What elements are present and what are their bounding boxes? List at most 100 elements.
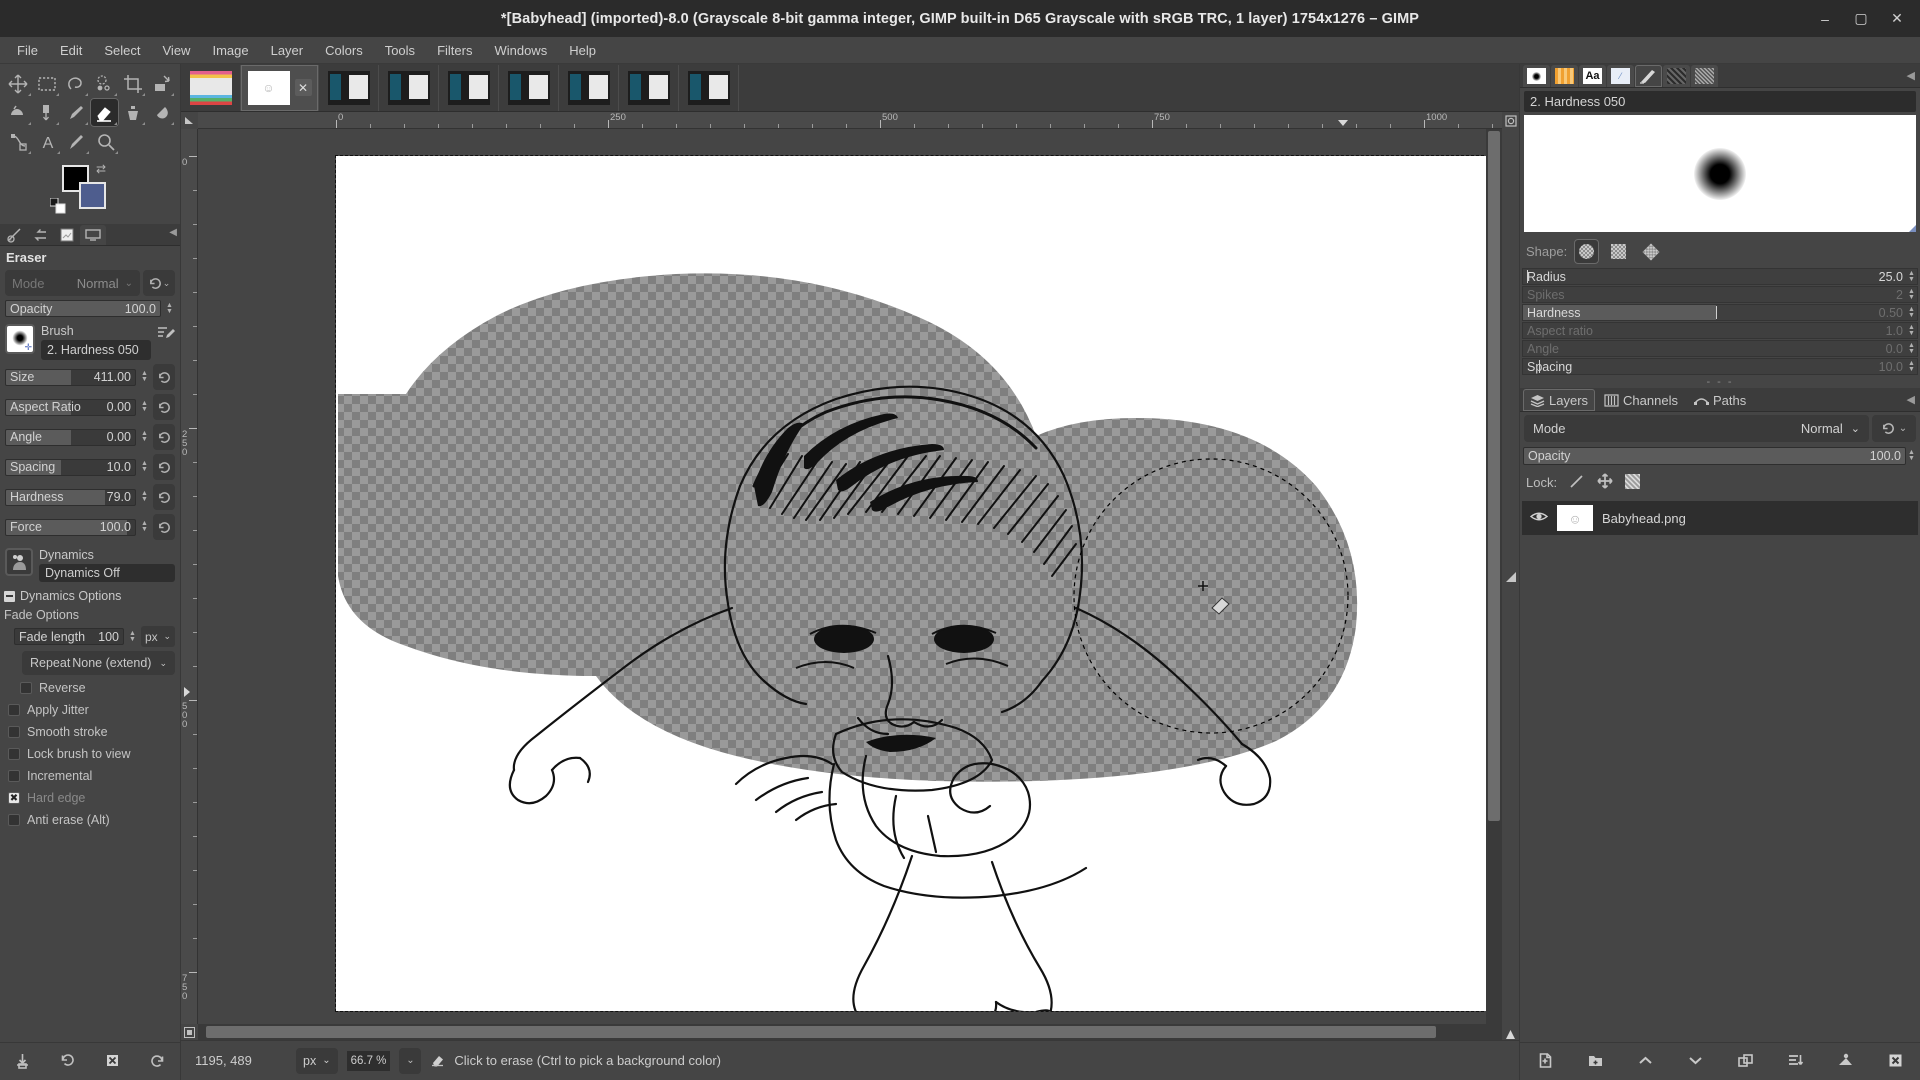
brush-spacing-spinner[interactable]: ▲ ▼ xyxy=(1906,360,1917,373)
menu-select[interactable]: Select xyxy=(93,40,151,61)
layer-opacity-spinner[interactable]: ▲ ▼ xyxy=(1906,449,1917,462)
background-color-swatch[interactable] xyxy=(79,182,106,209)
zoom-field[interactable]: 66.7 % xyxy=(346,1050,391,1071)
image-tab-5[interactable] xyxy=(499,64,559,111)
duplicate-layer-icon[interactable] xyxy=(1737,1052,1754,1072)
tool-options-icon[interactable]: i xyxy=(2,225,28,245)
anchor-layer-icon[interactable] xyxy=(1837,1052,1854,1072)
brush-hardness-slider[interactable]: Hardness 0.50 ▲ ▼ xyxy=(1522,304,1918,321)
document-history-tab[interactable]: ⁄ xyxy=(1607,65,1634,87)
quick-mask-icon[interactable] xyxy=(181,1024,198,1041)
shape-square-button[interactable] xyxy=(1606,239,1631,264)
fade-length-unit-combo[interactable]: px ⌄ xyxy=(141,626,175,647)
checkbox-incremental[interactable]: Incremental xyxy=(8,769,175,783)
aspect-ratio-slider[interactable]: Aspect Ratio 0.00 xyxy=(5,398,136,416)
checkbox-lock-brush-to-view[interactable]: Lock brush to view xyxy=(8,747,175,761)
checkbox-reverse[interactable]: Reverse xyxy=(20,681,175,695)
restore-tool-preset-icon[interactable] xyxy=(59,1052,76,1072)
tab-paths[interactable]: Paths xyxy=(1687,389,1753,411)
images-icon[interactable] xyxy=(54,225,80,245)
tab-layers[interactable]: Layers xyxy=(1523,389,1596,411)
crop-tool[interactable] xyxy=(119,69,148,98)
transform-tool[interactable] xyxy=(147,69,176,98)
fuzzy-select-tool[interactable] xyxy=(90,69,119,98)
force-slider[interactable]: Force 100.0 xyxy=(5,518,136,536)
menu-layer[interactable]: Layer xyxy=(260,40,315,61)
repeat-combo[interactable]: Repeat None (extend) ⌄ xyxy=(22,651,175,675)
collapse-layers-dock-icon[interactable]: ◀ xyxy=(1907,393,1915,406)
color-picker-tool[interactable] xyxy=(62,127,91,156)
menu-view[interactable]: View xyxy=(152,40,202,61)
raise-layer-icon[interactable] xyxy=(1637,1052,1654,1072)
layer-opacity-slider[interactable]: Opacity 100.0 xyxy=(1523,447,1906,465)
layer-mode-combo[interactable]: Mode Normal ⌄ xyxy=(1524,415,1869,442)
reset-mode-button[interactable]: ⌄ xyxy=(143,270,175,296)
lock-position-icon[interactable] xyxy=(1597,473,1613,492)
collapse-right-dock-icon[interactable]: ◀ xyxy=(1907,69,1915,82)
brush-radius-slider[interactable]: Radius 25.0 ▲ ▼ xyxy=(1522,268,1918,285)
fade-length-slider[interactable]: Fade length 100 xyxy=(14,628,124,645)
angle-slider[interactable]: Angle 0.00 xyxy=(5,428,136,446)
image-tab-4[interactable] xyxy=(439,64,499,111)
dynamics-options-expander[interactable]: Dynamics Options xyxy=(4,589,175,603)
new-layer-icon[interactable] xyxy=(1537,1052,1554,1072)
preview-resize-grip[interactable] xyxy=(1909,225,1916,232)
brush-radius-spinner[interactable]: ▲ ▼ xyxy=(1906,270,1917,283)
delete-tool-preset-icon[interactable] xyxy=(104,1052,121,1072)
checkbox-apply-jitter[interactable]: Apply Jitter xyxy=(8,703,175,717)
save-tool-preset-icon[interactable] xyxy=(14,1052,31,1072)
paths-tool[interactable] xyxy=(4,127,33,156)
reset-size-button[interactable] xyxy=(153,364,175,390)
clone-tool[interactable] xyxy=(119,98,148,127)
hardness-slider[interactable]: Hardness 79.0 xyxy=(5,488,136,506)
menu-filters[interactable]: Filters xyxy=(426,40,483,61)
shape-circle-button[interactable] xyxy=(1574,239,1600,264)
templates-icon[interactable] xyxy=(80,225,106,245)
resize-grip[interactable] xyxy=(1502,1024,1519,1040)
fade-length-spinner[interactable]: ▲ ▼ xyxy=(127,630,138,643)
scrollbar-thumb[interactable] xyxy=(206,1026,1436,1038)
merge-down-icon[interactable] xyxy=(1787,1052,1804,1072)
brush-preview[interactable]: ✛ xyxy=(5,324,35,354)
image-tab-2[interactable] xyxy=(319,64,379,111)
reset-hardness-button[interactable] xyxy=(153,484,175,510)
reset-angle-button[interactable] xyxy=(153,424,175,450)
shape-diamond-button[interactable] xyxy=(1638,239,1663,264)
smudge-tool[interactable] xyxy=(147,98,176,127)
menu-image[interactable]: Image xyxy=(201,40,259,61)
checkbox-hard-edge[interactable]: ✖ Hard edge xyxy=(8,791,175,805)
dynamics-preview[interactable] xyxy=(5,548,33,576)
menu-windows[interactable]: Windows xyxy=(483,40,558,61)
vertical-ruler[interactable]: 0 250 500 750 xyxy=(181,129,198,1024)
dynamics-name[interactable]: Dynamics Off xyxy=(39,564,175,582)
brush-spikes-slider[interactable]: Spikes 2 ▲ ▼ xyxy=(1522,286,1918,303)
reset-layer-mode-button[interactable]: ⌄ xyxy=(1872,415,1916,442)
move-tool[interactable] xyxy=(4,69,33,98)
zoom-combo-button[interactable]: ⌄ xyxy=(399,1047,422,1074)
minimize-button[interactable]: – xyxy=(1814,8,1836,30)
lower-layer-icon[interactable] xyxy=(1687,1052,1704,1072)
brush-hardness-spinner[interactable]: ▲ ▼ xyxy=(1906,306,1917,319)
palettes-tab[interactable] xyxy=(1691,65,1718,87)
layer-item[interactable]: ☺ Babyhead.png xyxy=(1522,501,1918,535)
default-colors-icon[interactable] xyxy=(49,197,66,217)
collapse-tool-options-icon[interactable]: ◀ xyxy=(169,227,177,238)
close-image-tab-button[interactable]: ✕ xyxy=(294,79,312,96)
ruler-corner-menu[interactable] xyxy=(181,112,198,129)
reset-force-button[interactable] xyxy=(153,514,175,540)
checkbox-smooth-stroke[interactable]: Smooth stroke xyxy=(8,725,175,739)
force-spinner[interactable]: ▲ ▼ xyxy=(139,520,150,533)
size-slider[interactable]: Size 411.00 xyxy=(5,368,136,386)
spacing-spinner[interactable]: ▲ ▼ xyxy=(139,460,150,473)
tab-channels[interactable]: Channels xyxy=(1597,389,1685,411)
gradient-tool[interactable] xyxy=(33,98,62,127)
opacity-slider[interactable]: Opacity 100.0 xyxy=(5,300,161,317)
reset-aspect-ratio-button[interactable] xyxy=(153,394,175,420)
canvas[interactable] xyxy=(198,129,1486,1024)
swap-colors-icon[interactable]: ⇄ xyxy=(96,162,106,176)
brush-spikes-spinner[interactable]: ▲ ▼ xyxy=(1906,288,1917,301)
fonts-tab[interactable]: Aa xyxy=(1579,65,1606,87)
image-tab-3[interactable] xyxy=(379,64,439,111)
spacing-slider[interactable]: Spacing 10.0 xyxy=(5,458,136,476)
menu-tools[interactable]: Tools xyxy=(374,40,426,61)
